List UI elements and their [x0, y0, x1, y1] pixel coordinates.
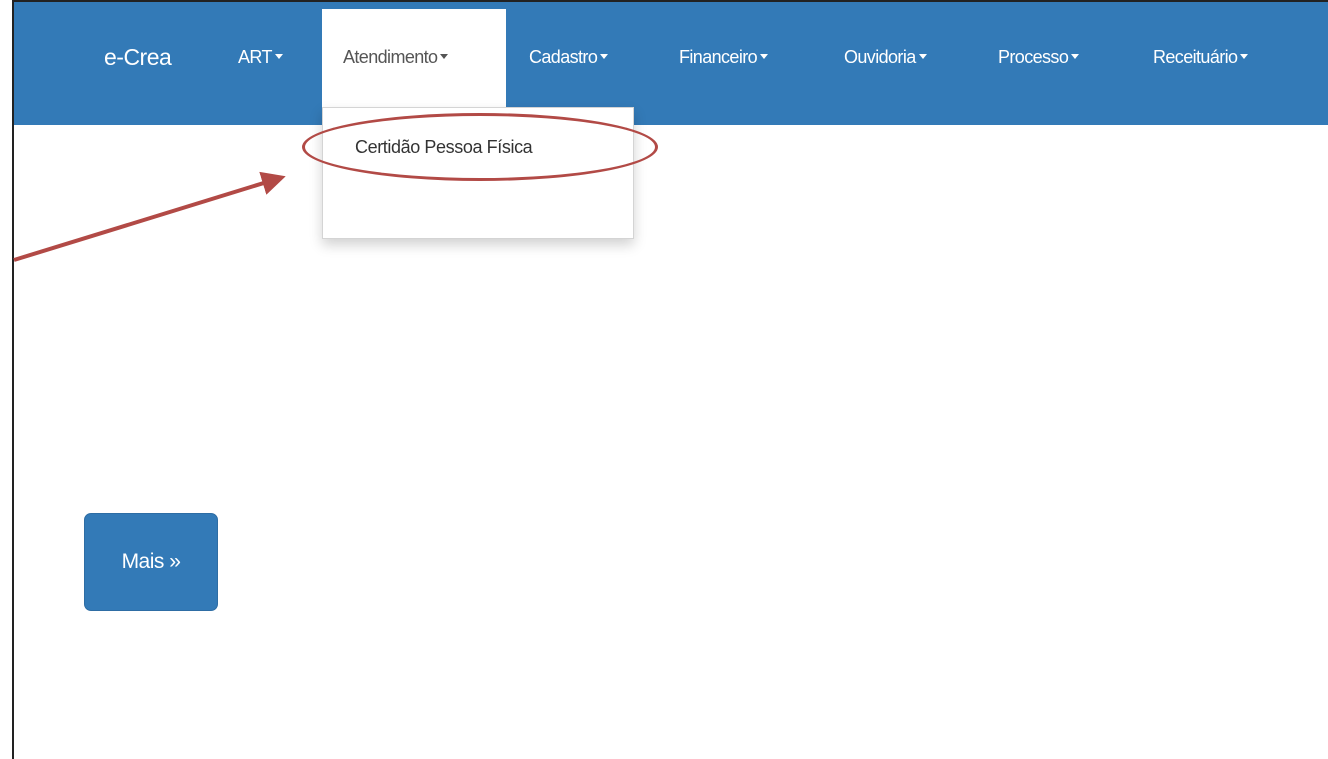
more-button[interactable]: Mais »	[84, 513, 218, 611]
pointer-arrow-annotation	[13, 171, 286, 262]
page: e-Crea ART Atendimento Cadastro Financei…	[0, 0, 1328, 759]
